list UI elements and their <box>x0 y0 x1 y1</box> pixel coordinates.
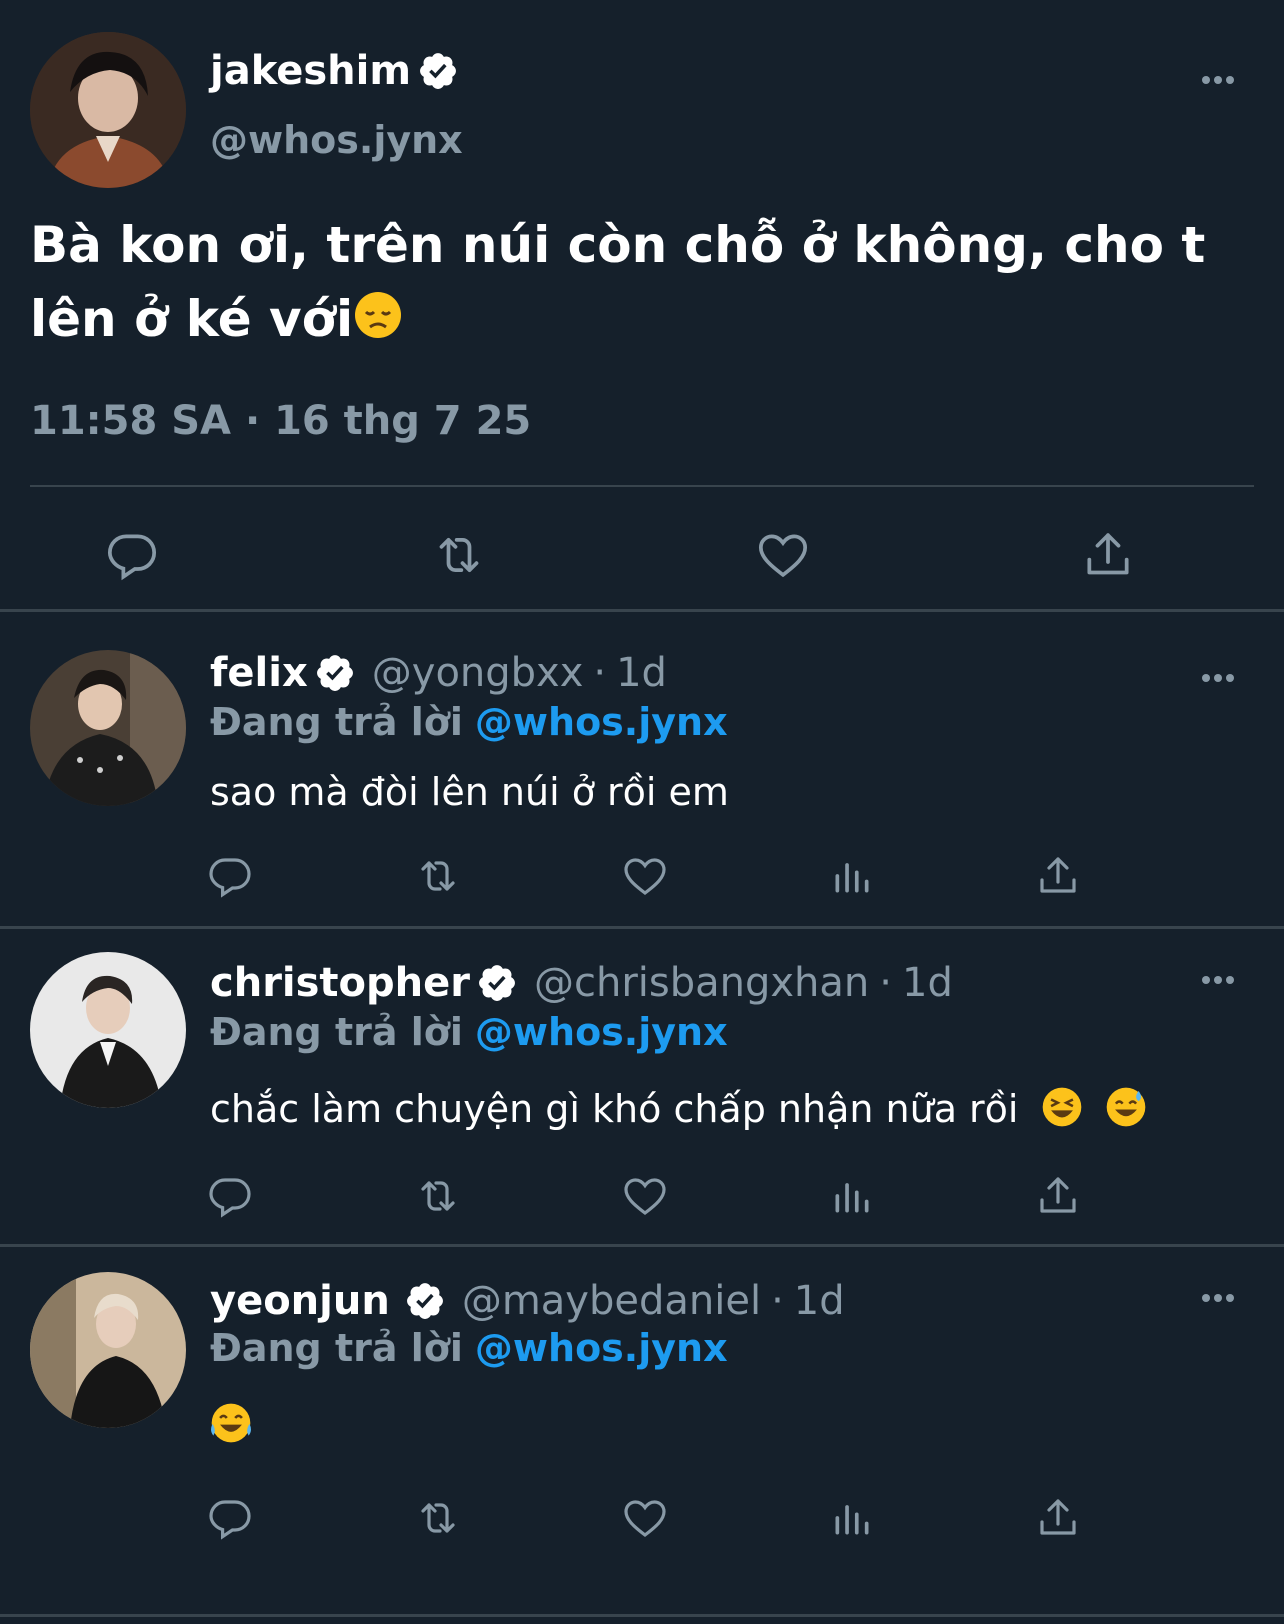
reply-tweet[interactable]: felix @yongbxx · 1d Đang trả lời @whos.jy… <box>0 610 1284 926</box>
handle[interactable]: @yongbxx <box>372 650 584 696</box>
replying-to: Đang trả lời @whos.jynx <box>210 1010 728 1054</box>
reply-icon[interactable] <box>206 852 254 900</box>
separator-dot: · <box>593 650 607 696</box>
replying-to-label: Đang trả lời <box>210 700 463 744</box>
grinning-sweat-emoji <box>1105 1086 1147 1137</box>
replying-to-label: Đang trả lời <box>210 1010 463 1054</box>
tweet-text-content: Bà kon ơi, trên núi còn chỗ ở không, cho… <box>30 216 1206 348</box>
avatar[interactable] <box>30 952 186 1108</box>
mention-link[interactable]: @whos.jynx <box>475 1326 728 1370</box>
replying-to: Đang trả lời @whos.jynx <box>210 1326 728 1370</box>
divider <box>0 1614 1284 1617</box>
reply-time[interactable]: 1d <box>902 960 953 1006</box>
avatar[interactable] <box>30 32 186 188</box>
reply-header: felix @yongbxx · 1d <box>210 650 667 696</box>
reply-time[interactable]: 1d <box>794 1278 845 1324</box>
main-tweet: jakeshim @whos.jynx Bà kon ơi, trên núi … <box>0 0 1284 632</box>
more-options-icon[interactable] <box>1202 1294 1234 1302</box>
tweet-timestamp[interactable]: 11:58 SA · 16 thg 7 25 <box>30 398 531 444</box>
reply-time[interactable]: 1d <box>616 650 667 696</box>
retweet-icon[interactable] <box>410 1494 466 1542</box>
display-name[interactable]: yeonjun <box>210 1278 390 1324</box>
more-options-icon[interactable] <box>1202 976 1234 984</box>
separator-dot: · <box>771 1278 784 1324</box>
verified-badge-icon <box>476 962 518 1004</box>
handle[interactable]: @whos.jynx <box>210 118 463 162</box>
like-icon[interactable] <box>620 1172 670 1220</box>
reply-header: yeonjun @maybedaniel · 1d <box>210 1278 845 1324</box>
laughing-squint-emoji <box>1041 1086 1083 1137</box>
reply-icon[interactable] <box>206 1494 254 1542</box>
display-name[interactable]: felix <box>210 650 308 696</box>
mention-link[interactable]: @whos.jynx <box>475 700 728 744</box>
display-name[interactable]: christopher <box>210 960 470 1006</box>
replying-to: Đang trả lời @whos.jynx <box>210 700 728 744</box>
avatar[interactable] <box>30 650 186 806</box>
action-bar <box>0 852 1284 912</box>
reply-icon[interactable] <box>104 527 160 583</box>
replying-to-label: Đang trả lời <box>210 1326 463 1370</box>
like-icon[interactable] <box>754 527 812 583</box>
analytics-icon[interactable] <box>830 1172 874 1220</box>
reply-text-content: chắc làm chuyện gì khó chấp nhận nữa rồi <box>210 1087 1019 1131</box>
like-icon[interactable] <box>620 1494 670 1542</box>
tears-of-joy-emoji <box>210 1402 252 1453</box>
action-bar <box>0 1494 1284 1554</box>
tweet-text: Bà kon ơi, trên núi còn chỗ ở không, cho… <box>30 208 1250 360</box>
action-bar <box>0 1172 1284 1232</box>
mention-link[interactable]: @whos.jynx <box>475 1010 728 1054</box>
share-icon[interactable] <box>1034 852 1082 900</box>
more-options-icon[interactable] <box>1202 76 1234 84</box>
like-icon[interactable] <box>620 852 670 900</box>
analytics-icon[interactable] <box>830 1494 874 1542</box>
display-name[interactable]: jakeshim <box>210 48 459 94</box>
separator-dot: · <box>879 960 892 1006</box>
reply-text <box>210 1402 252 1453</box>
reply-text: sao mà đòi lên núi ở rồi em <box>210 770 729 814</box>
reply-icon[interactable] <box>206 1172 254 1220</box>
more-options-icon[interactable] <box>1202 674 1234 682</box>
share-icon[interactable] <box>1080 527 1136 583</box>
action-bar <box>0 522 1284 592</box>
handle[interactable]: @maybedaniel <box>462 1278 761 1324</box>
analytics-icon[interactable] <box>830 852 874 900</box>
reply-tweet[interactable]: yeonjun @maybedaniel · 1d Đang trả lời @w… <box>0 1246 1284 1576</box>
handle[interactable]: @chrisbangxhan <box>534 960 869 1006</box>
share-icon[interactable] <box>1034 1494 1082 1542</box>
reply-text-content: sao mà đòi lên núi ở rồi em <box>210 770 729 814</box>
reply-header: christopher @chrisbangxhan · 1d <box>210 960 953 1006</box>
reply-tweet[interactable]: christopher @chrisbangxhan · 1d Đang trả… <box>0 910 1284 1244</box>
share-icon[interactable] <box>1034 1172 1082 1220</box>
reply-text: chắc làm chuyện gì khó chấp nhận nữa rồi <box>210 1086 1147 1137</box>
retweet-icon[interactable] <box>410 852 466 900</box>
verified-badge-icon <box>417 50 459 92</box>
display-name-text[interactable]: jakeshim <box>210 48 411 94</box>
avatar[interactable] <box>30 1272 186 1428</box>
disappointed-face-emoji <box>353 286 403 360</box>
retweet-icon[interactable] <box>426 527 492 583</box>
divider <box>30 485 1254 487</box>
verified-badge-icon <box>314 652 356 694</box>
retweet-icon[interactable] <box>410 1172 466 1220</box>
verified-badge-icon <box>404 1280 446 1322</box>
